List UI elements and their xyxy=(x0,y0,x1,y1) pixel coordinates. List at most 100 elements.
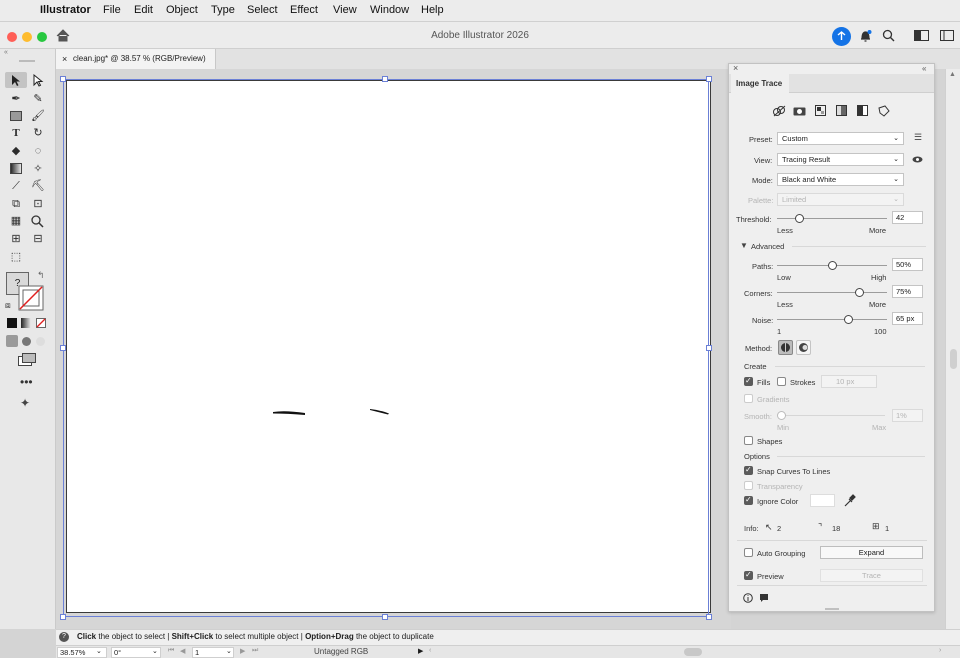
eyedropper-tool-icon[interactable]: ⟋ xyxy=(8,179,24,193)
menu-edit[interactable]: Edit xyxy=(134,4,153,16)
corners-input[interactable]: 75% xyxy=(892,285,923,298)
chevron-down-icon[interactable]: ⌄ xyxy=(96,647,102,655)
type-tool-icon[interactable]: T xyxy=(8,126,24,140)
home-icon[interactable] xyxy=(56,29,70,42)
draw-behind-icon[interactable] xyxy=(22,337,31,346)
draw-normal-icon[interactable] xyxy=(6,335,18,347)
menu-type[interactable]: Type xyxy=(211,4,235,16)
panel-collapse-icon[interactable]: « xyxy=(922,64,926,73)
grayscale-preset-icon[interactable] xyxy=(836,105,847,116)
expand-button[interactable]: Expand xyxy=(820,546,923,559)
noise-input[interactable]: 65 px xyxy=(892,312,923,325)
bell-icon[interactable] xyxy=(859,29,872,43)
previous-artboard-icon[interactable]: ◀ xyxy=(180,647,185,655)
artboard-tool-icon[interactable]: ⊡ xyxy=(30,197,46,211)
none-mode-icon[interactable] xyxy=(36,318,46,328)
noise-slider-thumb[interactable] xyxy=(844,315,853,324)
panel-tab-image-trace[interactable]: Image Trace xyxy=(731,74,789,93)
color-mode-icon[interactable] xyxy=(7,318,17,328)
minimize-window-button[interactable] xyxy=(22,32,32,42)
threshold-input[interactable]: 42 xyxy=(892,211,923,224)
graph-tool-icon[interactable]: ▦ xyxy=(8,214,24,228)
eye-icon[interactable] xyxy=(912,156,923,163)
scroll-up-icon[interactable]: ▲ xyxy=(949,71,956,78)
feedback-icon[interactable] xyxy=(759,593,769,603)
scroll-right-icon[interactable]: › xyxy=(939,647,941,654)
rotate-tool-icon[interactable]: ↻ xyxy=(30,126,46,140)
symbol-sprayer-tool-icon[interactable]: ⊞ xyxy=(8,232,24,246)
mode-dropdown[interactable]: Black and White ⌄ xyxy=(777,173,904,186)
paths-slider-thumb[interactable] xyxy=(827,261,837,270)
live-paint-tool-icon[interactable]: ⛏ xyxy=(30,179,46,193)
resize-handle-se[interactable] xyxy=(706,614,712,620)
auto-color-preset-icon[interactable] xyxy=(773,105,786,117)
black-white-preset-icon[interactable] xyxy=(857,105,868,116)
corners-slider-thumb[interactable] xyxy=(855,288,864,297)
advanced-disclosure-icon[interactable]: ▼ xyxy=(740,241,748,250)
menu-file[interactable]: File xyxy=(103,4,121,16)
menu-effect[interactable]: Effect xyxy=(290,4,318,16)
ignore-color-swatch[interactable] xyxy=(810,494,835,507)
last-artboard-icon[interactable]: ⏭ xyxy=(252,647,258,655)
account-avatar[interactable] xyxy=(832,27,851,46)
resize-handle-s[interactable] xyxy=(382,614,388,620)
selection-tool-icon[interactable] xyxy=(10,74,22,87)
resize-handle-w[interactable] xyxy=(60,345,66,351)
resize-handle-e[interactable] xyxy=(706,345,712,351)
info-icon[interactable] xyxy=(743,593,753,603)
resize-handle-ne[interactable] xyxy=(706,76,712,82)
horizontal-scroll-thumb[interactable] xyxy=(684,648,702,656)
auto-grouping-checkbox[interactable] xyxy=(744,548,753,557)
gradient-tool-icon[interactable] xyxy=(10,163,22,174)
toolbar-grip[interactable] xyxy=(19,60,35,62)
resize-handle-n[interactable] xyxy=(382,76,388,82)
strokes-checkbox[interactable] xyxy=(777,377,786,386)
menu-select[interactable]: Select xyxy=(247,4,278,16)
more-tools-icon[interactable]: ••• xyxy=(20,375,33,389)
menu-app[interactable]: Illustrator xyxy=(40,4,91,16)
collapse-toolbar-icon[interactable]: « xyxy=(4,49,8,56)
default-colors-icon[interactable]: ⧈ xyxy=(5,300,11,311)
noise-slider-track[interactable] xyxy=(777,319,887,320)
menu-object[interactable]: Object xyxy=(166,4,198,16)
method-overlapping-button[interactable] xyxy=(796,340,811,355)
menu-view[interactable]: View xyxy=(333,4,357,16)
direct-selection-tool-icon[interactable] xyxy=(32,74,44,87)
preset-menu-icon[interactable]: ☰ xyxy=(914,132,922,143)
resize-handle-sw[interactable] xyxy=(60,614,66,620)
menu-help[interactable]: Help xyxy=(421,4,444,16)
stroke-swatch[interactable] xyxy=(18,285,44,311)
threshold-slider-track[interactable] xyxy=(777,218,887,219)
preset-dropdown[interactable]: Custom ⌄ xyxy=(777,132,904,145)
document-tab[interactable]: × clean.jpg* @ 38.57 % (RGB/Preview) xyxy=(56,49,216,69)
vertical-scroll-thumb[interactable] xyxy=(950,349,957,369)
gradient-mode-icon[interactable] xyxy=(21,318,31,328)
close-tab-icon[interactable]: × xyxy=(62,49,67,69)
panel-resize-grip[interactable] xyxy=(825,608,839,610)
resize-handle-nw[interactable] xyxy=(60,76,66,82)
high-color-preset-icon[interactable] xyxy=(793,106,806,116)
close-window-button[interactable] xyxy=(7,32,17,42)
outline-preset-icon[interactable] xyxy=(878,105,890,117)
eyedropper-icon[interactable] xyxy=(844,494,856,507)
snap-curves-checkbox[interactable] xyxy=(744,465,753,475)
search-icon[interactable] xyxy=(882,29,895,42)
status-menu-arrow-icon[interactable]: ▶ xyxy=(418,647,423,655)
panel-close-icon[interactable]: × xyxy=(733,63,738,73)
mesh-tool-icon[interactable]: ✧ xyxy=(30,162,46,176)
zoom-tool-icon[interactable] xyxy=(31,215,44,228)
shape-builder-tool-icon[interactable]: ⧉ xyxy=(8,197,24,211)
zoom-window-button[interactable] xyxy=(37,32,47,42)
lasso-tool-icon[interactable]: ◌ xyxy=(30,144,46,158)
curvature-tool-icon[interactable]: ✎ xyxy=(30,92,46,106)
menu-window[interactable]: Window xyxy=(370,4,409,16)
blend-tool-icon[interactable]: ⊟ xyxy=(30,232,46,246)
arrange-documents-icon[interactable] xyxy=(914,30,929,41)
view-dropdown[interactable]: Tracing Result ⌄ xyxy=(777,153,904,166)
swap-colors-icon[interactable]: ↰ xyxy=(37,270,45,281)
help-icon[interactable]: ? xyxy=(59,632,69,642)
screen-mode-icon[interactable] xyxy=(18,353,36,366)
shapes-checkbox[interactable] xyxy=(744,436,753,445)
scroll-left-icon[interactable]: ‹ xyxy=(429,647,431,654)
draw-inside-icon[interactable] xyxy=(36,337,45,346)
